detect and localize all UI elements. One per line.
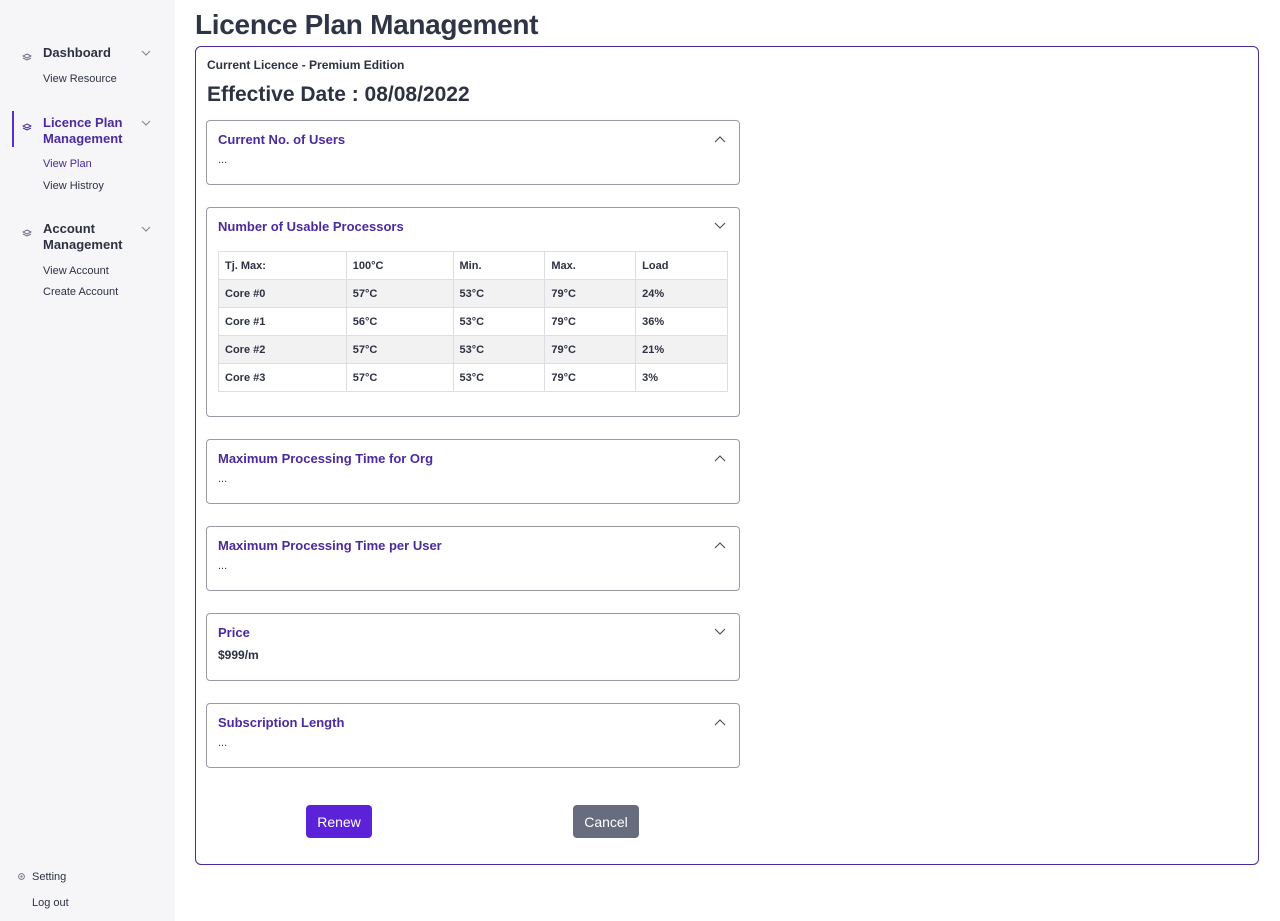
table-header-cell: Max. xyxy=(544,251,637,280)
section-price[interactable]: Price $999/m xyxy=(206,613,740,681)
processor-table: Tj. Max: 100°C Min. Max. Load Core #0 57… xyxy=(218,251,728,392)
section-current-users[interactable]: Current No. of Users ... xyxy=(206,120,740,185)
table-header-row: Tj. Max: 100°C Min. Max. Load xyxy=(218,251,728,280)
table-row: Core #1 56°C 53°C 79°C 36% xyxy=(218,307,728,336)
nav-account-management[interactable]: Account Management xyxy=(0,221,175,252)
licence-card: Current Licence - Premium Edition Effect… xyxy=(195,46,1259,865)
chevron-down-icon[interactable] xyxy=(140,47,152,59)
licence-edition-label: Current Licence - Premium Edition xyxy=(207,58,405,72)
section-value: ... xyxy=(218,737,228,749)
page-title: Licence Plan Management xyxy=(195,9,539,40)
nav-item-view-plan[interactable]: View Plan xyxy=(43,157,92,171)
nav-item-view-resource[interactable]: View Resource xyxy=(43,72,117,86)
nav-group-dashboard: Dashboard View Resource xyxy=(0,45,175,85)
nav-item-view-account[interactable]: View Account xyxy=(43,264,109,278)
section-max-processing-org[interactable]: Maximum Processing Time for Org ... xyxy=(206,439,740,504)
table-cell: Core #3 xyxy=(218,363,347,392)
nav-group-account: Account Management View Account Create A… xyxy=(0,221,175,298)
sidebar: Dashboard View Resource Licence Plan Man… xyxy=(0,0,175,921)
table-cell: 21% xyxy=(635,335,728,364)
setting-label: Setting xyxy=(32,871,67,883)
layers-icon xyxy=(22,53,32,61)
section-title: Price xyxy=(218,625,250,640)
table-cell: 57°C xyxy=(345,363,454,392)
table-row: Core #0 57°C 53°C 79°C 24% xyxy=(218,279,728,308)
section-title: Subscription Length xyxy=(218,715,345,730)
table-cell: 79°C xyxy=(544,363,637,392)
logout-link[interactable]: Log out xyxy=(32,896,69,910)
section-usable-processors[interactable]: Number of Usable Processors Tj. Max: 100… xyxy=(206,207,740,417)
table-cell: 53°C xyxy=(452,335,546,364)
cancel-button[interactable]: Cancel xyxy=(573,805,639,838)
chevron-up-icon[interactable] xyxy=(714,718,726,726)
effective-date: Effective Date : 08/08/2022 xyxy=(207,83,470,106)
setting-link[interactable]: Setting xyxy=(17,870,66,884)
layers-icon xyxy=(22,123,32,131)
table-row: Core #3 57°C 53°C 79°C 3% xyxy=(218,363,728,392)
layers-icon xyxy=(22,229,32,237)
table-cell: 79°C xyxy=(544,307,637,336)
table-cell: 57°C xyxy=(345,279,454,308)
chevron-up-icon[interactable] xyxy=(714,135,726,143)
nav-dashboard[interactable]: Dashboard xyxy=(0,45,175,65)
chevron-up-icon[interactable] xyxy=(714,541,726,549)
gear-icon xyxy=(18,873,25,880)
section-value: ... xyxy=(218,560,228,572)
table-header-cell: Tj. Max: xyxy=(218,251,347,280)
price-value: $999/m xyxy=(218,648,259,662)
section-value: ... xyxy=(218,473,228,485)
section-max-processing-user[interactable]: Maximum Processing Time per User ... xyxy=(206,526,740,591)
table-header-cell: 100°C xyxy=(345,251,454,280)
table-cell: 79°C xyxy=(544,335,637,364)
table-cell: 53°C xyxy=(452,279,546,308)
section-title: Number of Usable Processors xyxy=(218,219,404,234)
table-header-cell: Min. xyxy=(452,251,546,280)
table-cell: 24% xyxy=(635,279,728,308)
table-cell: 56°C xyxy=(345,307,454,336)
table-cell: 57°C xyxy=(345,335,454,364)
table-cell: Core #2 xyxy=(218,335,347,364)
table-cell: Core #1 xyxy=(218,307,347,336)
section-title: Maximum Processing Time for Org xyxy=(218,451,434,466)
nav-dashboard-label: Dashboard xyxy=(43,45,111,60)
table-row: Core #2 57°C 53°C 79°C 21% xyxy=(218,335,728,364)
chevron-down-icon[interactable] xyxy=(140,223,152,235)
nav-licence-plan-management[interactable]: Licence Plan Management xyxy=(0,115,175,146)
table-header-cell: Load xyxy=(635,251,728,280)
table-cell: 3% xyxy=(635,363,728,392)
section-subscription-length[interactable]: Subscription Length ... xyxy=(206,703,740,768)
nav-licence-plan-label: Licence Plan Management xyxy=(43,115,123,146)
table-cell: 53°C xyxy=(452,307,546,336)
nav-group-licence-plan: Licence Plan Management View Plan View H… xyxy=(0,111,175,192)
chevron-up-icon[interactable] xyxy=(714,454,726,462)
chevron-down-icon[interactable] xyxy=(714,628,726,636)
table-cell: Core #0 xyxy=(218,279,347,308)
section-value: ... xyxy=(218,154,228,166)
nav-account-label: Account Management xyxy=(43,221,123,252)
renew-button[interactable]: Renew xyxy=(306,805,372,838)
chevron-down-icon[interactable] xyxy=(714,222,726,230)
table-cell: 53°C xyxy=(452,363,546,392)
nav-item-create-account[interactable]: Create Account xyxy=(43,285,118,299)
chevron-down-icon[interactable] xyxy=(140,117,152,129)
section-title: Current No. of Users xyxy=(218,132,346,147)
table-cell: 79°C xyxy=(544,279,637,308)
section-title: Maximum Processing Time per User xyxy=(218,538,442,553)
nav-item-view-history[interactable]: View Histroy xyxy=(43,179,104,193)
table-cell: 36% xyxy=(635,307,728,336)
